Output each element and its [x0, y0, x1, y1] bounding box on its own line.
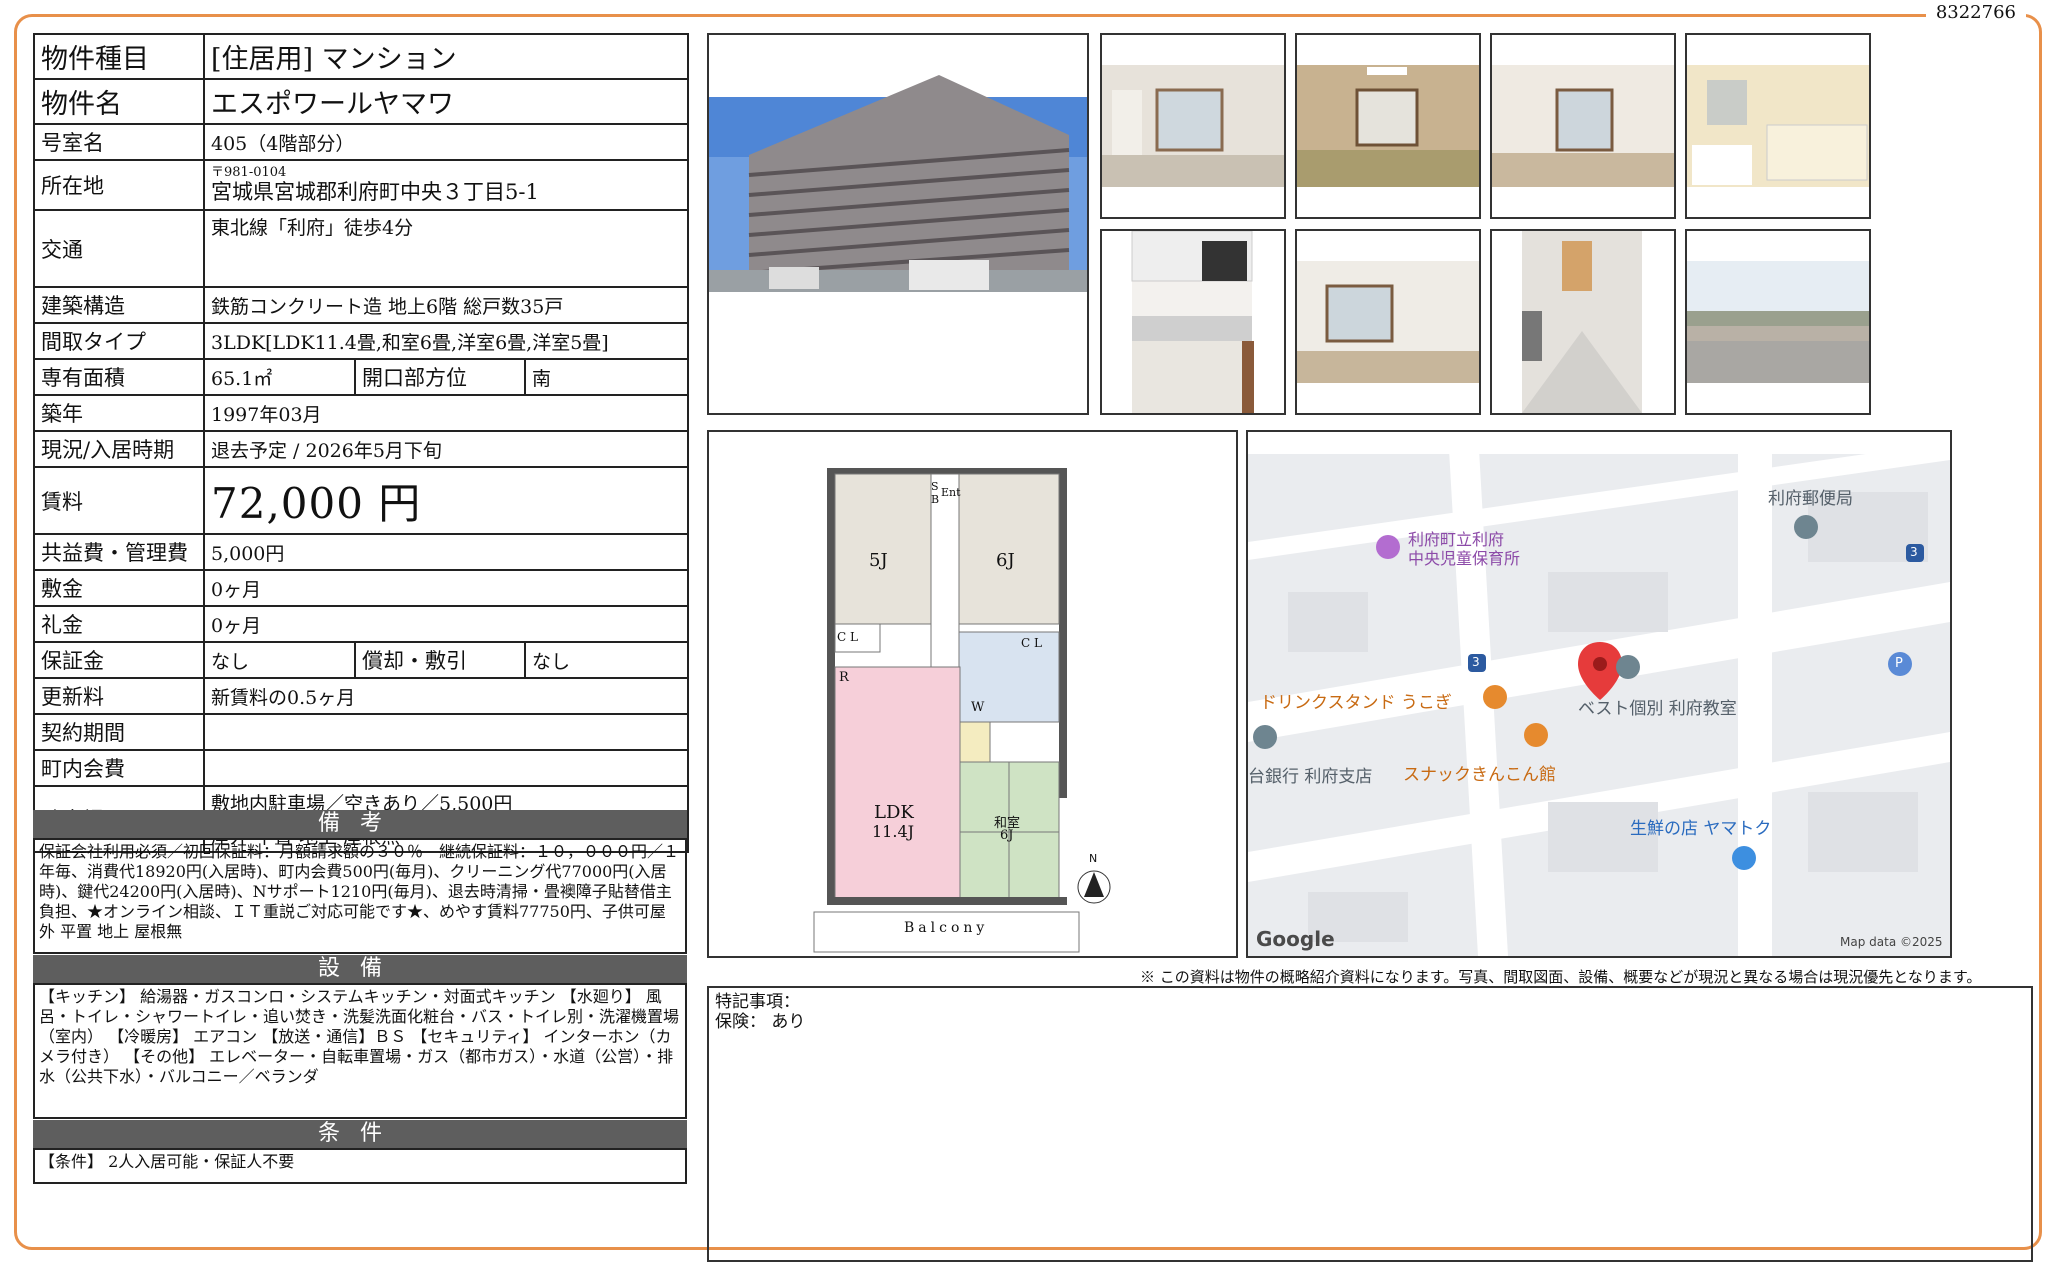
nursery-label-line2: 中央児童保育所 — [1408, 549, 1521, 568]
special-notes-box: 特記事項： 保険： あり — [707, 986, 2033, 1262]
room-6j-label: 6J — [996, 550, 1015, 571]
deposit-label: 敷金 — [33, 569, 205, 607]
address-value: 宮城県宮城郡利府町中央３丁目5-1 — [211, 180, 539, 204]
parking-icon: P — [1895, 656, 1903, 671]
amort-value: なし — [523, 641, 690, 679]
hallway-photo[interactable] — [1490, 229, 1676, 415]
renewal-label: 更新料 — [33, 677, 205, 715]
route-3-label-2: 3 — [1910, 545, 1918, 559]
remarks-text: 保証会社利用必須／初回保証料：月額請求額の３０％ 継続保証料：１０，０００円／１… — [33, 838, 687, 954]
layout-label: 間取タイプ — [33, 322, 205, 360]
fee-label: 共益費・管理費 — [33, 533, 205, 571]
google-logo: Google — [1256, 927, 1335, 951]
building-exterior-photo[interactable] — [707, 33, 1089, 415]
document-id: 8322766 — [1925, 2, 2026, 23]
route-3-label-1: 3 — [1472, 655, 1480, 669]
guarantee-value: なし — [203, 641, 356, 679]
guarantee-label: 保証金 — [33, 641, 205, 679]
floor-plan-drawing — [813, 468, 1111, 953]
contract-label: 契約期間 — [33, 713, 205, 751]
north-label: N — [1089, 852, 1098, 865]
amort-label: 償却・敷引 — [354, 641, 526, 679]
ldk-size-label: 11.4J — [872, 822, 915, 841]
location-map[interactable]: 利府郵便局 利府町立利府 中央児童保育所 ドリンクスタンド うこぎ ベスト個別 利… — [1246, 430, 1952, 958]
remarks-header: 備考 — [33, 810, 687, 838]
type-label: 物件種目 — [33, 33, 205, 80]
layout-value: 3LDK[LDK11.4畳,和室6畳,洋室6畳,洋室5畳] — [202, 322, 690, 360]
cl-label-1: C L — [837, 630, 858, 644]
conditions-header: 条件 — [33, 1120, 687, 1148]
room-photo-4[interactable] — [1295, 229, 1481, 415]
drink-stand-label: ドリンクスタンド うこぎ — [1260, 693, 1452, 713]
ldk-label: LDK — [874, 802, 914, 823]
room-photo-1[interactable] — [1100, 33, 1286, 219]
w-label: W — [971, 700, 985, 715]
rent-label: 賃料 — [33, 466, 205, 535]
town-fee-label: 町内会費 — [33, 749, 205, 787]
deposit-value: 0ヶ月 — [202, 569, 690, 607]
room-photo-3[interactable] — [1490, 33, 1676, 219]
insurance-note: 保険： あり — [715, 1012, 806, 1032]
name-label: 物件名 — [33, 78, 205, 125]
address-label: 所在地 — [33, 159, 205, 211]
map-data-credit: Map data ©2025 — [1840, 935, 1943, 949]
nursery-label-line1: 利府町立利府 — [1408, 530, 1505, 549]
name-value: エスポワールヤマワ — [202, 78, 690, 125]
area-value: 65.1㎡ — [203, 358, 356, 396]
town-fee-value — [202, 749, 690, 787]
transport-value: 東北線「利府」徒歩4分 — [202, 209, 690, 288]
room-photo-2[interactable] — [1295, 33, 1481, 219]
structure-label: 建築構造 — [33, 286, 205, 324]
status-value: 退去予定 / 2026年5月下旬 — [202, 430, 690, 468]
room-5j-label: 5J — [869, 550, 888, 571]
conditions-text: 【条件】 2人入居可能・保証人不要 — [33, 1148, 687, 1184]
equipment-text: 【キッチン】 給湯器・ガスコンロ・システムキッチン・対面式キッチン 【水廻り】 … — [33, 983, 687, 1119]
snack-label: スナックきんこん館 — [1403, 765, 1556, 785]
disclaimer-note: ※ この資料は物件の概略紹介資料になります。写真、間取図面、設備、概要などが現況… — [1140, 968, 1982, 986]
special-notes-title: 特記事項： — [715, 992, 800, 1012]
r-label: R — [839, 670, 849, 685]
key-money-value: 0ヶ月 — [202, 605, 690, 643]
bathroom-photo[interactable] — [1685, 33, 1871, 219]
property-info-table: 物件種目 [住居用] マンション 物件名 エスポワールヤマワ 号室名 405（4階部分… — [33, 33, 690, 853]
renewal-value: 新賃料の0.5ヶ月 — [202, 677, 690, 715]
key-money-label: 礼金 — [33, 605, 205, 643]
zip-code: 〒981-0104 — [211, 165, 287, 180]
nursery-label: 利府町立利府 中央児童保育所 — [1408, 530, 1520, 568]
structure-value: 鉄筋コンクリート造 地上6階 総戸数35戸 — [202, 286, 690, 324]
room-value: 405（4階部分） — [202, 123, 690, 161]
room-label: 号室名 — [33, 123, 205, 161]
grocery-label: 生鮮の店 ヤマトク — [1630, 819, 1772, 839]
direction-value: 南 — [523, 358, 690, 396]
equipment-header: 設備 — [33, 955, 687, 983]
cl-label-2: C L — [1021, 636, 1042, 650]
floor-plan[interactable]: 5J 6J S B Ent C L C L R W LDK 11.4J 和室 6… — [707, 430, 1238, 958]
type-value: [住居用] マンション — [202, 33, 690, 80]
area-label: 専有面積 — [33, 358, 205, 396]
kitchen-photo[interactable] — [1100, 229, 1286, 415]
contract-value — [202, 713, 690, 751]
direction-label: 開口部方位 — [354, 358, 526, 396]
view-photo[interactable] — [1685, 229, 1871, 415]
transport-label: 交通 — [33, 209, 205, 288]
washitsu-size-label: 6J — [1000, 828, 1014, 843]
ent-label: Ent — [941, 486, 961, 499]
bank-label: 台銀行 利府支店 — [1248, 767, 1373, 787]
status-label: 現況/入居時期 — [33, 430, 205, 468]
school-label: ベスト個別 利府教室 — [1578, 699, 1737, 719]
balcony-label: Balcony — [904, 920, 989, 936]
rent-value: 72,000 円 — [202, 466, 690, 535]
built-value: 1997年03月 — [202, 394, 690, 432]
post-office-label: 利府郵便局 — [1768, 489, 1853, 509]
built-label: 築年 — [33, 394, 205, 432]
fee-value: 5,000円 — [202, 533, 690, 571]
